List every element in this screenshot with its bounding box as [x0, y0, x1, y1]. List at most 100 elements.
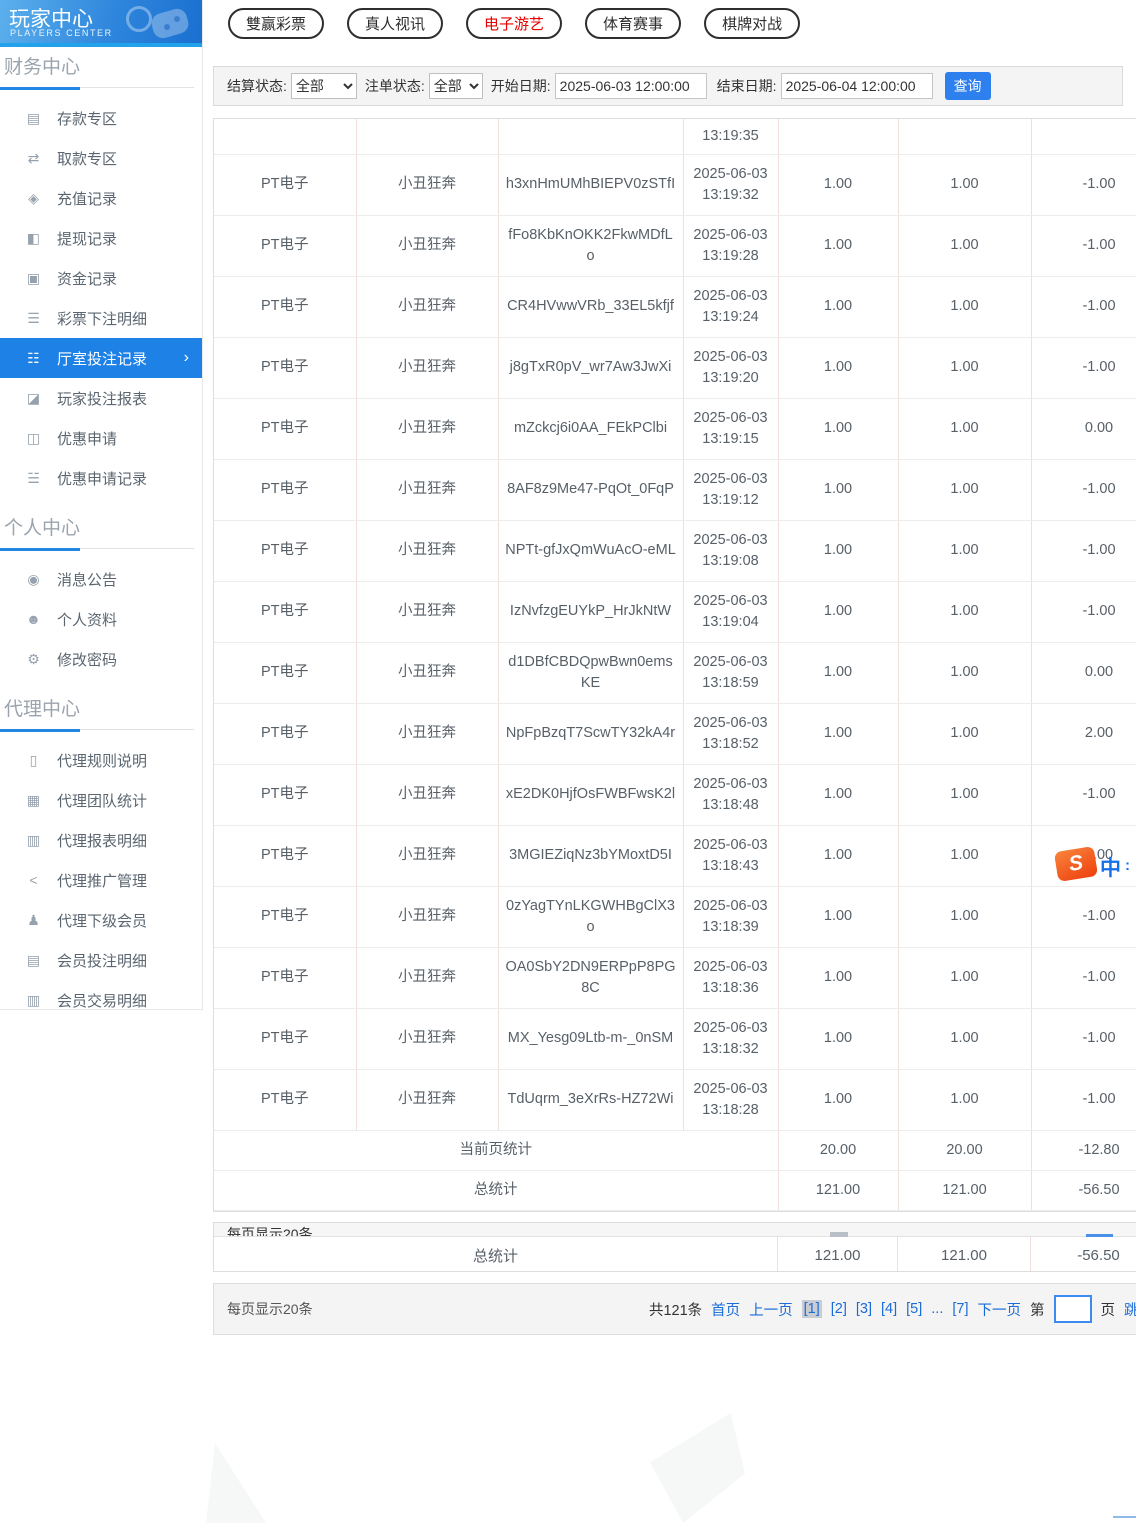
- game-cell: 小丑狂奔: [356, 703, 499, 765]
- bet-amount-cell: 1.00: [778, 947, 899, 1009]
- search-button[interactable]: 查询: [944, 72, 991, 100]
- table-row: PT电子 小丑狂奔 d1DBfCBDQpwBwn0emsKE 2025-06-0…: [214, 642, 1136, 704]
- time-cell: 2025-06-03 13:19:08: [683, 520, 779, 582]
- table-row: PT电子 小丑狂奔 MX_Yesg09Ltb-m-_0nSM 2025-06-0…: [214, 1008, 1136, 1070]
- hall-cell: PT电子: [214, 1008, 357, 1070]
- time-cell: 2025-06-03 13:18:48: [683, 764, 779, 826]
- valid-bet-cell: 1.00: [898, 703, 1032, 765]
- order-status-select[interactable]: 全部: [428, 73, 483, 99]
- time-cell: 13:19:35: [683, 119, 779, 155]
- game-cell: 小丑狂奔: [356, 764, 499, 826]
- page-link[interactable]: [1]: [801, 1300, 822, 1318]
- total-summary-bet: 121.00: [778, 1170, 899, 1211]
- sidebar-item-recharge-records[interactable]: ◈ 充值记录 ›: [0, 178, 202, 218]
- sidebar-item-promo-apply[interactable]: ◫ 优惠申请 ›: [0, 418, 202, 458]
- hall-cell: PT电子: [214, 581, 357, 643]
- recharge-record-icon: ◈: [28, 189, 39, 206]
- translate-popup-char: 中: [1100, 857, 1121, 880]
- win-loss-cell: 2.00: [1031, 703, 1136, 765]
- next-page-link[interactable]: 下一页: [978, 1299, 1022, 1320]
- sidebar-item-hall-bet-records[interactable]: ☷ 厅室投注记录 ›: [0, 338, 202, 378]
- sidebar-item-change-password[interactable]: ⚙ 修改密码 ›: [0, 639, 202, 679]
- jump-page-input[interactable]: [1053, 1295, 1092, 1323]
- sidebar-item-label: 彩票下注明细: [57, 310, 148, 328]
- pagination-controls: 共121条 首页 上一页 [1] [2] [3] [4] [5]... [7] 下一页 第…: [649, 1295, 1136, 1323]
- time-cell: 2025-06-03 13:18:36: [683, 947, 779, 1009]
- translate-popup-icon[interactable]: S: [1053, 846, 1099, 882]
- page-summary-winloss: -12.80: [1031, 1130, 1136, 1171]
- start-date-input[interactable]: [554, 73, 707, 99]
- sidebar-item-member-transactions[interactable]: ▥ 会员交易明细 ›: [0, 980, 202, 1020]
- sidebar-item-deposit-zone[interactable]: ▤ 存款专区 ›: [0, 98, 202, 138]
- win-loss-cell: -1.00: [1031, 154, 1136, 216]
- sidebar-item-agent-rules[interactable]: ▯ 代理规则说明 ›: [0, 740, 202, 780]
- sidebar-item-label: 取款专区: [57, 150, 118, 168]
- bet-amount-cell: 1.00: [778, 764, 899, 826]
- floating-summary-panel: 每页显示20条 总统计 121.00 121.00 -56.50: [213, 1222, 1136, 1272]
- page-link[interactable]: [2]: [831, 1301, 847, 1317]
- floating-summary-winloss: -56.50: [1031, 1237, 1136, 1271]
- win-loss-cell: 0.00: [1031, 398, 1136, 460]
- sidebar-item-profile[interactable]: ☻ 个人资料 ›: [0, 599, 202, 639]
- valid-bet-cell: 1.00: [898, 154, 1032, 216]
- sidebar-item-member-bet-details[interactable]: ▤ 会员投注明细 ›: [0, 940, 202, 980]
- bet-amount-cell: 1.00: [778, 215, 899, 277]
- sidebar-item-agent-sub-members[interactable]: ♟ 代理下级会员 ›: [0, 900, 202, 940]
- time-cell: 2025-06-03 13:18:39: [683, 886, 779, 948]
- sidebar-item-funds-records[interactable]: ▣ 资金记录 ›: [0, 258, 202, 298]
- order-id-cell: h3xnHmUMhBIEPV0zSTfI: [498, 154, 684, 216]
- game-cell: 小丑狂奔: [356, 886, 499, 948]
- hall-cell: PT电子: [214, 886, 357, 948]
- tab-electronic-games[interactable]: 电子游艺: [466, 8, 563, 39]
- agent-members-icon: ♟: [27, 911, 40, 928]
- sidebar-item-label: 存款专区: [57, 110, 118, 128]
- page-link[interactable]: [3]: [856, 1301, 872, 1317]
- sidebar-item-label: 优惠申请记录: [57, 470, 148, 488]
- sidebar-item-messages[interactable]: ◉ 消息公告 ›: [0, 559, 202, 599]
- tab-live-video[interactable]: 真人视讯: [347, 8, 444, 39]
- sidebar-item-agent-report-details[interactable]: ▥ 代理报表明细 ›: [0, 820, 202, 860]
- sidebar-item-label: 消息公告: [57, 571, 118, 589]
- sidebar-item-withdrawal-records[interactable]: ◧ 提现记录 ›: [0, 218, 202, 258]
- table-row: PT电子 小丑狂奔 CR4HVwwVRb_33EL5kfjf 2025-06-0…: [214, 276, 1136, 338]
- order-id-cell: NPTt-gfJxQmWuAcO-eML: [498, 520, 684, 582]
- table-row: PT电子 小丑狂奔 mZckcj6i0AA_FEkPClbi 2025-06-0…: [214, 398, 1136, 460]
- sidebar-item-promo-apply-records[interactable]: ☱ 优惠申请记录 ›: [0, 458, 202, 498]
- settle-status-select[interactable]: 全部: [290, 73, 357, 99]
- sidebar-item-label: 充值记录: [57, 190, 118, 208]
- tab-sports-events[interactable]: 体育赛事: [585, 8, 682, 39]
- order-id-cell: xE2DK0HjfOsFWBFwsK2l: [498, 764, 684, 826]
- page-link: ...: [931, 1301, 944, 1317]
- sidebar-item-agent-team-stats[interactable]: ▦ 代理团队统计 ›: [0, 780, 202, 820]
- table-row: PT电子 小丑狂奔 NPTt-gfJxQmWuAcO-eML 2025-06-0…: [214, 520, 1136, 582]
- page-link[interactable]: [7]: [952, 1301, 968, 1317]
- sidebar-item-label: 代理规则说明: [57, 752, 148, 770]
- hall-cell: PT电子: [214, 215, 357, 277]
- total-count-label: 共121条: [648, 1302, 703, 1319]
- prev-page-link[interactable]: 上一页: [749, 1299, 793, 1320]
- sidebar-item-label: 优惠申请: [57, 430, 118, 448]
- jump-button[interactable]: 跳转: [1124, 1299, 1136, 1320]
- table-row: PT电子 小丑狂奔 xE2DK0HjfOsFWBFwsK2l 2025-06-0…: [214, 764, 1136, 826]
- translate-popup-dots: :: [1125, 857, 1130, 874]
- watermark-triangle-left: [206, 1443, 266, 1523]
- hall-cell: PT电子: [214, 459, 357, 521]
- tab-double-win-lottery[interactable]: 雙赢彩票: [228, 8, 325, 39]
- sidebar-item-lottery-bet-details[interactable]: ☰ 彩票下注明细 ›: [0, 298, 202, 338]
- sidebar-item-withdraw-zone[interactable]: ⇄ 取款专区 ›: [0, 138, 202, 178]
- sidebar-item-agent-promotion[interactable]: < 代理推广管理 ›: [0, 860, 202, 900]
- member-bet-detail-icon: ▤: [26, 951, 41, 968]
- hall-cell: PT电子: [214, 947, 357, 1009]
- hall-cell: PT电子: [214, 398, 357, 460]
- tab-board-card-battle[interactable]: 棋牌对战: [704, 8, 801, 39]
- page-link[interactable]: [5]: [906, 1301, 922, 1317]
- player-bet-report-icon: ◪: [26, 389, 41, 406]
- sidebar-item-player-bet-report[interactable]: ◪ 玩家投注报表 ›: [0, 378, 202, 418]
- bet-amount-cell: 1.00: [778, 398, 899, 460]
- end-date-label: 结束日期:: [716, 78, 777, 94]
- table-row: PT电子 小丑狂奔 3MGIEZiqNz3bYMoxtD5I 2025-06-0…: [214, 825, 1136, 887]
- promo-apply-icon: ◫: [26, 429, 41, 446]
- end-date-input[interactable]: [780, 73, 933, 99]
- page-link[interactable]: [4]: [881, 1301, 897, 1317]
- first-page-link[interactable]: 首页: [711, 1299, 740, 1320]
